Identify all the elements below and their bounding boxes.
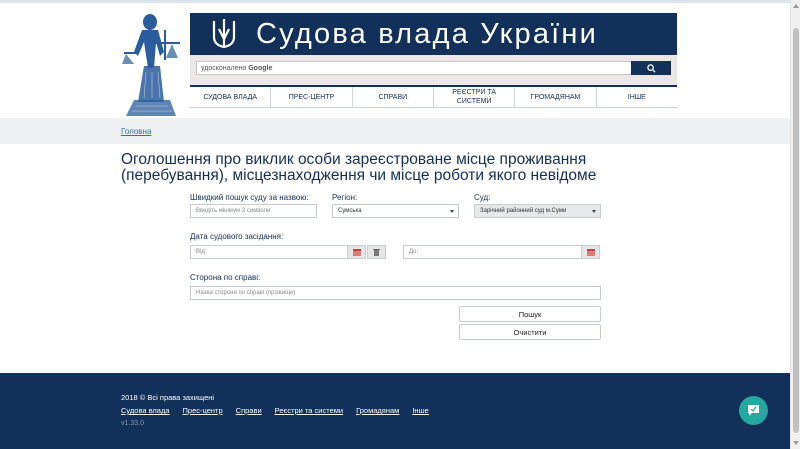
- date-from-calendar-button[interactable]: [347, 245, 366, 259]
- footer-link-court-power[interactable]: Судова влада: [121, 406, 170, 415]
- party-input[interactable]: Назва сторони по справі (прізвище): [190, 286, 601, 300]
- nav-item-press-center[interactable]: ПРЕС-ЦЕНТР: [271, 87, 353, 107]
- date-to-input[interactable]: До:: [403, 245, 582, 259]
- search-placeholder: удосконалено: [201, 65, 247, 72]
- page-title: Оголошення про виклик особи зареєстрован…: [121, 151, 597, 184]
- footer-version: v1.33.0: [121, 420, 144, 427]
- court-value: Зарічний районний суд м.Суми: [480, 208, 567, 214]
- region-value: Сумська: [338, 208, 362, 214]
- top-border: [0, 0, 800, 3]
- clear-button[interactable]: Очистити: [459, 324, 601, 340]
- site-banner[interactable]: Судова влада України: [190, 13, 677, 55]
- party-placeholder: Назва сторони по справі (прізвище): [196, 290, 296, 296]
- calendar-icon: [352, 248, 361, 256]
- trident-icon: [212, 19, 236, 49]
- date-from-input[interactable]: Від:: [190, 245, 348, 259]
- google-brand: Google: [248, 65, 273, 72]
- chevron-down-icon: [592, 210, 596, 213]
- date-from-clear-button[interactable]: [367, 245, 386, 259]
- region-label: Регіон:: [332, 193, 358, 202]
- date-to-calendar-button[interactable]: [581, 245, 600, 259]
- court-search-placeholder: Введіть мінімум 3 символи: [196, 208, 271, 214]
- nav-item-cases[interactable]: СПРАВИ: [353, 87, 434, 107]
- footer-link-other[interactable]: Інше: [412, 406, 428, 415]
- site-search-button[interactable]: [631, 61, 671, 75]
- date-label: Дата судового засідання:: [190, 232, 284, 241]
- scrollbar[interactable]: [790, 0, 800, 449]
- footer-link-cases[interactable]: Справи: [236, 406, 262, 415]
- nav-item-registries[interactable]: РЕЄСТРИ ТА СИСТЕМИ: [434, 87, 516, 107]
- footer: 2018 © Всі права захищені Судова влада П…: [0, 373, 790, 449]
- main-nav: СУДОВА ВЛАДА ПРЕС-ЦЕНТР СПРАВИ РЕЄСТРИ Т…: [190, 85, 677, 108]
- footer-link-press-center[interactable]: Прес-центр: [183, 406, 223, 415]
- breadcrumb-home[interactable]: Головна: [121, 127, 151, 136]
- scrollbar-thumb[interactable]: [793, 28, 799, 433]
- scroll-up-arrow-icon[interactable]: [793, 4, 799, 8]
- nav-item-citizens[interactable]: ГРОМАДЯНАМ: [515, 87, 597, 107]
- court-search-input[interactable]: Введіть мінімум 3 символи: [190, 204, 317, 218]
- footer-copyright: 2018 © Всі права захищені: [121, 393, 215, 402]
- nav-item-court-power[interactable]: СУДОВА ВЛАДА: [190, 87, 272, 107]
- site-title: Судова влада України: [256, 17, 599, 50]
- themis-emblem-icon: [122, 14, 180, 116]
- court-search-label: Швидкий пошук суду за назвою:: [190, 193, 309, 202]
- date-from-placeholder: Від:: [196, 249, 207, 255]
- calendar-icon: [586, 248, 595, 256]
- search-button[interactable]: Пошук: [459, 306, 601, 322]
- chevron-down-icon: [450, 210, 454, 213]
- date-to-placeholder: До:: [409, 249, 419, 255]
- court-select[interactable]: Зарічний районний суд м.Суми: [474, 204, 601, 218]
- chat-icon: [748, 405, 759, 416]
- chat-button[interactable]: [739, 396, 768, 425]
- footer-links: Судова влада Прес-центр Справи Реєстри т…: [121, 406, 429, 415]
- court-label: Суд:: [474, 193, 491, 202]
- search-icon: [646, 63, 656, 73]
- breadcrumb-bar: Головна: [0, 118, 790, 144]
- party-label: Сторона по справі:: [190, 273, 261, 282]
- nav-item-other[interactable]: ІНШЕ: [597, 87, 677, 107]
- footer-link-citizens[interactable]: Громадянам: [356, 406, 399, 415]
- search-area: удосконалено Google: [190, 55, 677, 85]
- footer-link-registries[interactable]: Реєстри та системи: [275, 406, 343, 415]
- region-select[interactable]: Сумська: [332, 204, 459, 218]
- scroll-down-arrow-icon[interactable]: [793, 441, 799, 445]
- trash-icon: [373, 249, 380, 256]
- site-search-input[interactable]: удосконалено Google: [196, 61, 632, 75]
